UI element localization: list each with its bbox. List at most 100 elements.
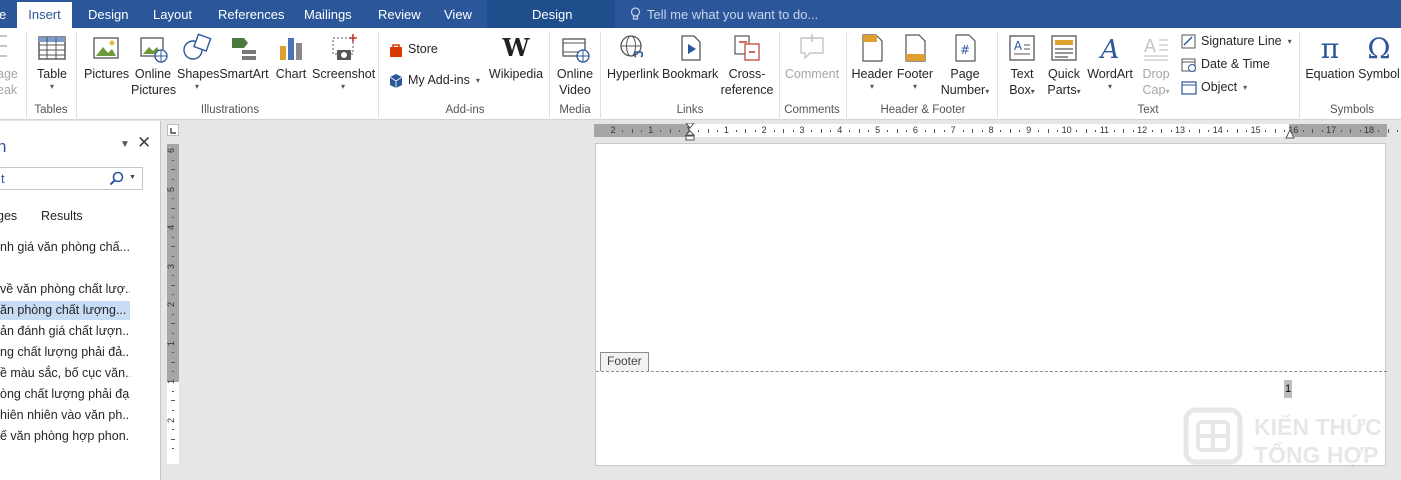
tab-view[interactable]: View [444,0,472,28]
svg-text:π: π [1321,32,1339,64]
comment-button[interactable]: Comment [784,32,840,82]
tab-header-footer-design[interactable]: Design [532,0,572,28]
ruler-tick [172,409,174,411]
tell-me-box[interactable]: Tell me what you want to do... [630,0,818,28]
tab-selector[interactable] [167,124,179,136]
chevron-down-icon: ▾ [1287,36,1292,46]
text-box-button[interactable]: A Text Box▾ [1002,32,1042,100]
date-time-label: Date & Time [1201,57,1270,71]
chart-button[interactable]: Chart [272,32,310,82]
ruler-tick [1208,129,1210,132]
horizontal-ruler[interactable]: 2 1 1 1 2 3 4 5 6 7 8 9 10 11 12 13 14 15 16 17 18 [594,122,1399,141]
tab-file[interactable]: e [0,0,6,28]
vertical-ruler[interactable]: 6 5 4 3 2 1 1 2 [166,144,179,464]
quick-parts-button[interactable]: Quick Parts▾ [1044,32,1084,100]
header-button[interactable]: Header ▾ [851,32,893,92]
nav-tab-results[interactable]: Results [41,209,83,223]
wordart-button[interactable]: A WordArt ▾ [1086,32,1134,92]
footer-icon [905,34,926,62]
tab-mailings[interactable]: Mailings [304,0,352,28]
online-pictures-button[interactable]: Online Pictures [131,32,176,98]
nav-pane-menu-icon[interactable]: ▼ [120,139,130,150]
group-label-addins: Add-ins [445,104,485,116]
nav-search-input[interactable]: t ▼ [0,167,143,190]
ribbon-tab-bar: e Insert Design Layout References Mailin… [0,0,1401,28]
ruler-tick [171,323,175,325]
nav-tab-pages[interactable]: ges [0,209,17,223]
object-button[interactable]: Object ▾ [1181,79,1247,96]
screenshot-button[interactable]: Screenshot ▾ [312,32,375,92]
page-break-button[interactable]: age eak [0,32,18,98]
ruler-tick [1057,129,1059,132]
chevron-down-icon: ▾ [1076,87,1081,96]
ruler-tick [1113,129,1115,132]
tab-references[interactable]: References [218,0,284,28]
my-addins-button[interactable]: My Add-ins ▾ [388,72,480,89]
nav-result-item[interactable]: ề màu sắc, bố cục văn... [0,364,130,383]
online-video-button[interactable]: Online Video [553,32,597,98]
ruler-tick [849,129,851,132]
close-icon[interactable]: ✕ [137,133,151,153]
tab-review[interactable]: Review [378,0,421,28]
shapes-button[interactable]: Shapes ▾ [177,32,219,92]
footer-label: Footer [896,67,934,81]
indent-marker-icon[interactable] [684,122,696,141]
hyperlink-button[interactable]: Hyperlink [605,32,661,82]
nav-result-item[interactable]: hiên nhiên vào văn ph... [0,406,130,425]
store-icon [390,43,402,57]
group-separator [1299,32,1300,118]
comment-label: Comment [784,67,840,81]
document-page[interactable]: Footer 1 KIẾN THỨC TỔNG HỢP [595,143,1387,468]
bookmark-button[interactable]: Bookmark [662,32,718,82]
my-addins-icon [389,73,403,88]
bookmark-label: Bookmark [662,67,719,81]
ruler-label: 4 [837,125,843,135]
tab-design[interactable]: Design [88,0,128,28]
store-button[interactable]: Store [388,41,438,58]
nav-result-item-selected[interactable]: ăn phòng chất lượng... [0,301,130,320]
pictures-button[interactable]: Pictures [84,32,129,82]
drop-cap-button[interactable]: A Drop Cap▾ [1138,32,1174,100]
footer-button[interactable]: Footer ▾ [894,32,936,92]
ruler-tick [679,129,681,132]
table-button[interactable]: Table ▾ [34,32,70,92]
lightbulb-icon [630,7,641,20]
ruler-tick [981,129,983,132]
ruler-label: 5 [166,186,177,192]
ruler-tick [172,448,174,450]
group-label-illustrations: Illustrations [200,104,260,116]
comment-icon [800,34,824,60]
date-time-button[interactable]: Date & Time [1181,56,1270,73]
ruler-tick [172,255,174,257]
nav-result-item[interactable]: về văn phòng chất lượ... [0,280,130,299]
ruler-label: 3 [799,125,805,135]
search-icon[interactable] [109,171,124,186]
chevron-down-icon[interactable]: ▼ [129,174,136,181]
signature-line-button[interactable]: Signature Line ▾ [1181,33,1292,50]
nav-result-item[interactable]: nh giá văn phòng chấ... [0,238,130,257]
date-time-icon [1181,58,1196,72]
nav-result-item[interactable]: ản đánh giá chất lượn... [0,322,130,341]
tab-insert[interactable]: Insert [17,0,72,28]
group-separator [846,32,847,118]
symbol-button[interactable]: Ω Symbol [1357,32,1401,82]
wikipedia-button[interactable]: W Wikipedia [488,32,544,82]
nav-pane-title: n [0,137,6,157]
right-indent-marker-icon[interactable] [1285,128,1295,139]
page-number-field[interactable]: 1 [1284,380,1292,398]
nav-result-item[interactable]: òng chất lượng phải đạ... [0,385,130,404]
nav-result-item[interactable]: ế văn phòng hợp phon... [0,427,130,446]
page-number-label-2: Number [940,83,986,97]
chevron-down-icon: ▾ [340,82,345,91]
cross-reference-button[interactable]: Cross- reference [720,32,774,98]
ruler-tick [858,128,860,133]
smartart-button[interactable]: SmartArt [219,32,269,82]
equation-button[interactable]: π Equation [1303,32,1357,82]
drop-cap-icon: A [1144,36,1168,61]
wikipedia-icon: W [502,33,531,62]
ruler-tick [172,178,174,180]
nav-result-item[interactable]: ng chất lượng phải đả... [0,343,130,362]
page-number-button[interactable]: # Page Number▾ [937,32,993,100]
tab-layout[interactable]: Layout [153,0,192,28]
svg-text:Ω: Ω [1367,32,1390,64]
